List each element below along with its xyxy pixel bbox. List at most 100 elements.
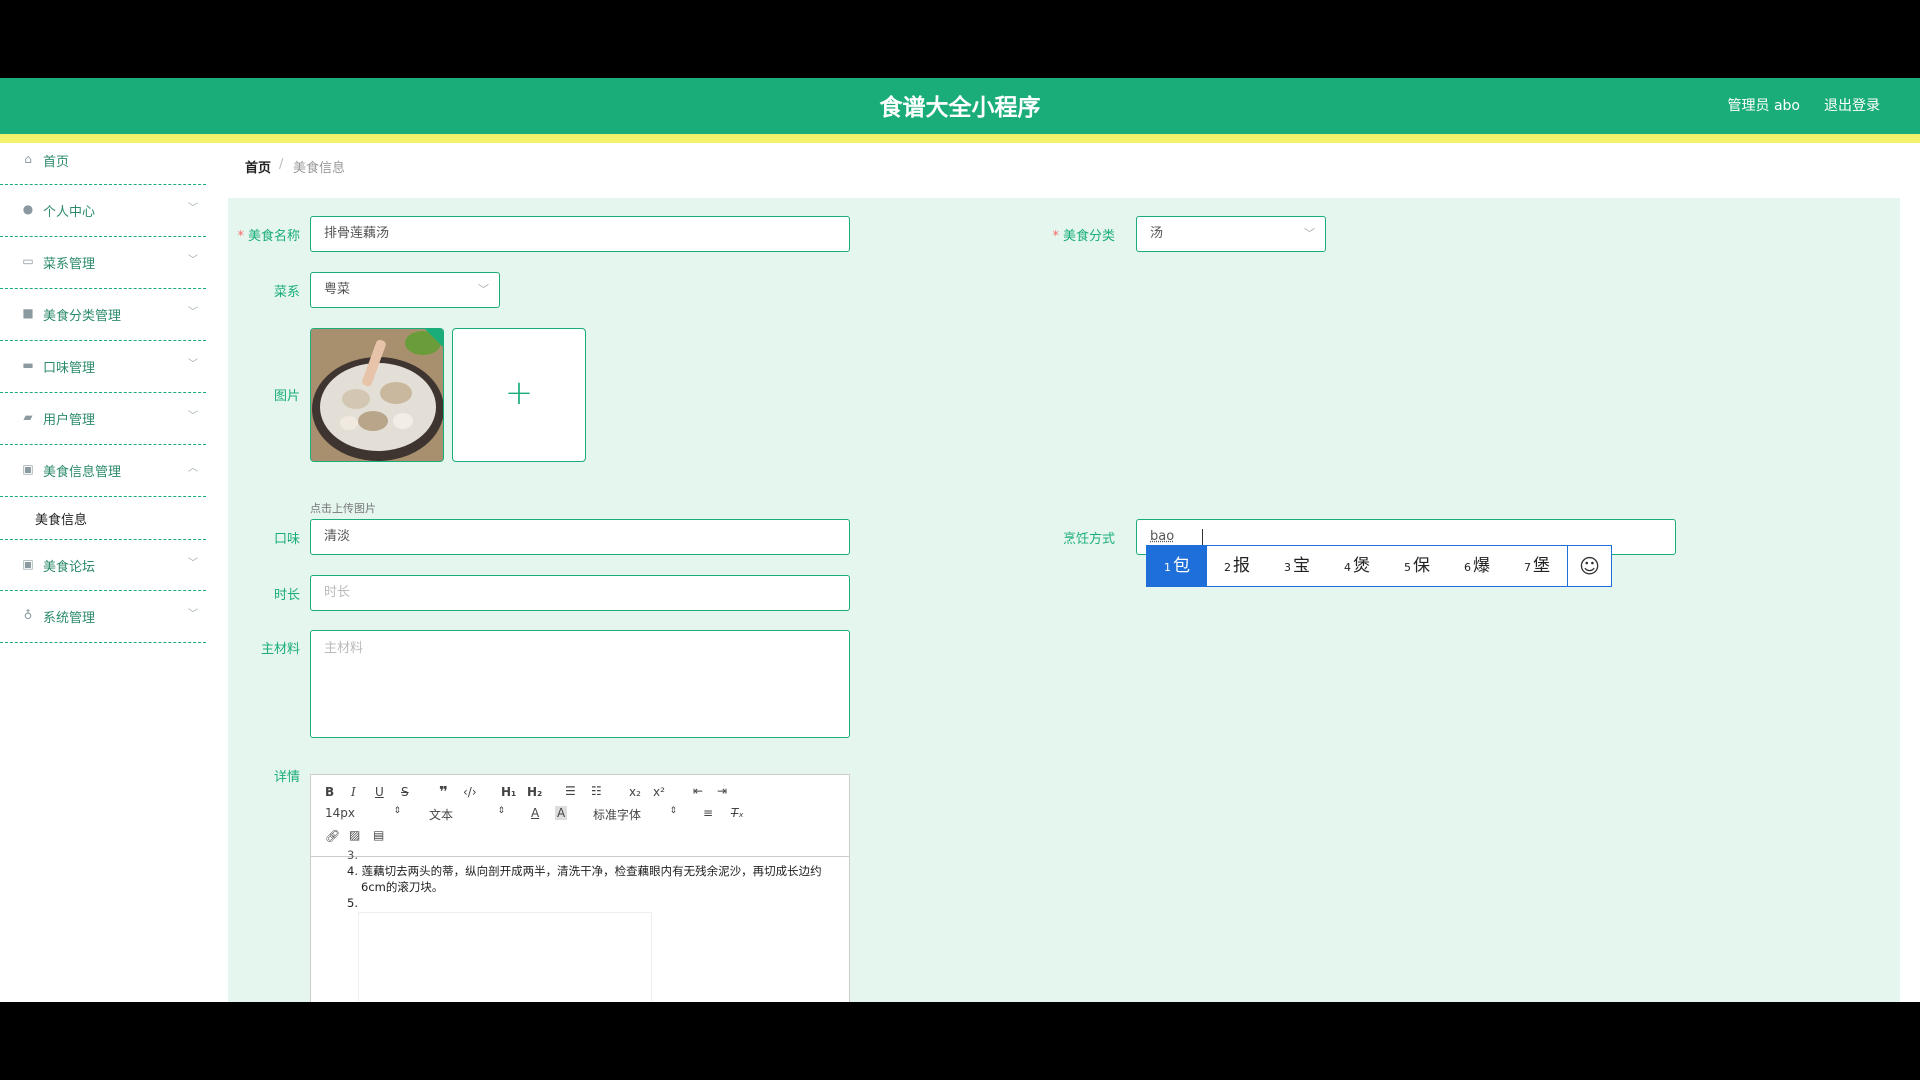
chevron-up-icon: ︿ [188, 463, 198, 474]
blockquote-icon[interactable]: ❞ [439, 783, 448, 801]
sidebar-item-category-management[interactable]: ■ 美食分类管理 ﹀ [0, 289, 206, 341]
strikethrough-button[interactable]: S [401, 785, 409, 799]
chevron-down-icon: ﹀ [188, 307, 198, 318]
subscript-button[interactable]: x₂ [629, 785, 641, 799]
breadcrumb-home[interactable]: 首页 [245, 157, 271, 176]
duration-input[interactable]: 时长 [310, 575, 850, 611]
top-header: 食谱大全小程序 管理员 abo 退出登录 [0, 78, 1920, 134]
chevron-down-icon: ﹀ [188, 609, 198, 620]
ime-candidate-3[interactable]: 3宝 [1267, 546, 1327, 586]
ime-candidate-bar: 1包 2报 3宝 4煲 5保 6爆 7堡 ☺ [1146, 545, 1612, 587]
ime-candidate-1[interactable]: 1包 [1147, 546, 1207, 586]
duration-label: 时长 [273, 588, 300, 603]
clipboard-icon: ▣ [22, 462, 34, 476]
sidebar-item-cuisine-management[interactable]: ▭ 菜系管理 ﹀ [0, 237, 206, 289]
cooking-method-label: 烹饪方式 [1062, 532, 1115, 547]
underline-button[interactable]: U [375, 785, 384, 799]
app-title: 食谱大全小程序 [879, 95, 1041, 121]
ime-candidate-7[interactable]: 7堡 [1507, 546, 1567, 586]
font-size-select[interactable]: 14px ⇕ [325, 806, 401, 820]
ordered-list-icon[interactable]: ☰ [565, 784, 576, 798]
image-icon[interactable]: ▨ [349, 828, 360, 842]
code-icon[interactable]: ‹/› [463, 785, 477, 799]
sidebar-item-system-management[interactable]: ♁ 系统管理 ﹀ [0, 591, 206, 643]
font-family-select[interactable]: 标准字体 ⇕ [593, 806, 677, 823]
name-input[interactable]: 排骨莲藕汤 [310, 216, 850, 252]
align-icon[interactable]: ≡ [703, 806, 713, 820]
breadcrumb-separator: / [279, 157, 284, 172]
bold-button[interactable]: B [325, 785, 334, 799]
updown-icon: ⇕ [497, 806, 505, 816]
taste-label: 口味 [273, 532, 300, 547]
background-color-button[interactable]: A [555, 806, 568, 820]
category-select[interactable]: 汤 ﹀ [1136, 216, 1326, 252]
paragraph-select[interactable]: 文本 ⇕ [429, 806, 505, 823]
bullet-list-icon[interactable]: ☷ [591, 784, 602, 798]
sidebar: ⌂ 首页 ● 个人中心 ﹀ ▭ 菜系管理 ﹀ ■ 美食分类管理 ﹀ ▬ 口味管理… [0, 143, 206, 1002]
chevron-down-icon: ﹀ [1304, 227, 1315, 240]
submenu-food-info[interactable]: 美食信息 [0, 497, 206, 539]
breadcrumb-current: 美食信息 [293, 161, 346, 176]
breadcrumb: 首页 / 美食信息 [228, 144, 1900, 188]
video-icon[interactable]: ▤ [373, 828, 384, 842]
food-photo [311, 329, 443, 461]
font-color-button[interactable]: A [531, 806, 539, 820]
ime-candidate-2[interactable]: 2报 [1207, 546, 1267, 586]
editor-image-placeholder [359, 913, 651, 1002]
clear-format-icon[interactable]: T̶ₓ [731, 806, 744, 820]
cuisine-select[interactable]: 粤菜 ﹀ [310, 272, 500, 308]
ime-candidate-5[interactable]: 5保 [1387, 546, 1447, 586]
app-frame: 食谱大全小程序 管理员 abo 退出登录 ⌂ 首页 ● 个人中心 ﹀ ▭ 菜系管… [0, 78, 1920, 1002]
chart-icon: ■ [22, 306, 34, 320]
check-badge-icon [425, 329, 443, 347]
sidebar-item-taste-management[interactable]: ▬ 口味管理 ﹀ [0, 341, 206, 393]
name-label: * 美食名称 [237, 229, 300, 244]
admin-user[interactable]: 管理员 abo [1728, 95, 1800, 115]
heading2-button[interactable]: H₂ [527, 785, 542, 799]
logout-button[interactable]: 退出登录 [1824, 95, 1880, 115]
ingredients-label: 主材料 [260, 642, 300, 657]
sidebar-item-food-info-management[interactable]: ▣ 美食信息管理 ︿ [0, 445, 206, 497]
sidebar-item-user-management[interactable]: ▰ 用户管理 ﹀ [0, 393, 206, 445]
ingredients-textarea[interactable]: 主材料 [310, 630, 850, 738]
ime-candidate-4[interactable]: 4煲 [1327, 546, 1387, 586]
sidebar-item-home[interactable]: ⌂ 首页 [0, 143, 206, 185]
monitor-icon: ▬ [22, 358, 34, 372]
mic-icon: ♁ [23, 608, 33, 622]
chevron-down-icon: ﹀ [188, 359, 198, 370]
indent-icon[interactable]: ⇥ [717, 784, 727, 798]
home-icon: ⌂ [24, 152, 32, 166]
taste-input[interactable]: 清淡 [310, 519, 850, 555]
rich-text-editor: B I U S ❞ ‹/› H₁ H₂ ☰ ☷ x₂ x² ⇤ ⇥ 14px ⇕ … [310, 774, 850, 1002]
editor-toolbar: B I U S ❞ ‹/› H₁ H₂ ☰ ☷ x₂ x² ⇤ ⇥ 14px ⇕ … [311, 775, 849, 857]
upload-tip: 点击上传图片 [310, 502, 376, 515]
ime-candidate-6[interactable]: 6爆 [1447, 546, 1507, 586]
superscript-button[interactable]: x² [653, 785, 665, 799]
link-icon[interactable]: 🔗︎ [325, 829, 340, 843]
outdent-icon[interactable]: ⇤ [693, 784, 703, 798]
accent-bar [0, 134, 1920, 143]
sidebar-item-personal-center[interactable]: ● 个人中心 ﹀ [0, 185, 206, 237]
briefcase-icon: ▰ [23, 410, 33, 424]
chevron-down-icon: ﹀ [188, 411, 198, 422]
editor-line-3: 3. [347, 848, 358, 862]
clipboard-icon: ▣ [22, 557, 34, 571]
heading1-button[interactable]: H₁ [501, 785, 516, 799]
chevron-down-icon: ﹀ [188, 558, 198, 569]
emoji-icon[interactable]: ☺ [1567, 546, 1611, 586]
updown-icon: ⇕ [393, 806, 401, 816]
plus-icon: + [504, 373, 534, 413]
uploaded-food-image[interactable] [310, 328, 444, 462]
chevron-down-icon: ﹀ [188, 203, 198, 214]
italic-button[interactable]: I [351, 785, 356, 799]
user-icon: ● [22, 202, 34, 216]
updown-icon: ⇕ [669, 806, 677, 816]
editor-line-4-cont: 6cm的滚刀块。 [361, 880, 444, 894]
sidebar-item-food-forum[interactable]: ▣ 美食论坛 ﹀ [0, 539, 206, 591]
editor-line-4: 4. 莲藕切去两头的蒂，纵向剖开成两半，清洗干净，检查藕眼内有无残余泥沙，再切成… [347, 864, 822, 878]
main-content: 首页 / 美食信息 * 美食名称 排骨莲藕汤 * 美食分类 汤 ﹀ 菜系 粤菜 ﹀ … [228, 144, 1900, 1002]
image-upload-button[interactable]: + [452, 328, 586, 462]
message-icon: ▭ [22, 254, 34, 268]
form-panel: * 美食名称 排骨莲藕汤 * 美食分类 汤 ﹀ 菜系 粤菜 ﹀ 图片 + 点击上… [228, 198, 1900, 1002]
chevron-down-icon: ﹀ [478, 283, 489, 296]
